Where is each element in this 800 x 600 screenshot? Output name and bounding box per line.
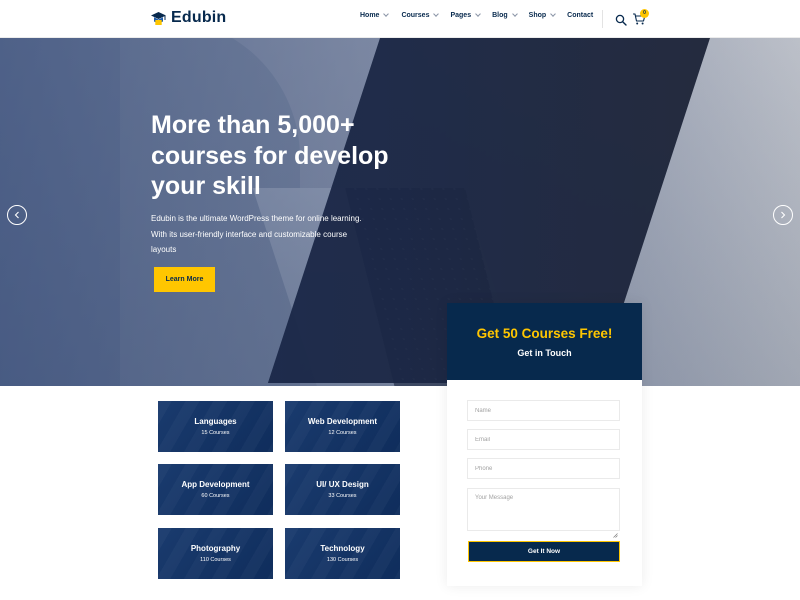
chevron-down-icon xyxy=(383,11,390,17)
chevron-down-icon xyxy=(511,11,518,17)
slider-next-button[interactable] xyxy=(773,205,793,225)
hero-description: Edubin is the ultimate WordPress theme f… xyxy=(151,214,362,254)
category-card-web-development[interactable]: Web Development 12 Courses xyxy=(285,401,400,452)
category-count: 110 Courses xyxy=(200,557,231,563)
category-count: 12 Courses xyxy=(328,430,357,436)
nav-label: Courses xyxy=(401,12,430,19)
nav-item-courses[interactable]: Courses xyxy=(401,11,440,19)
category-card-languages[interactable]: Languages 15 Courses xyxy=(158,401,273,452)
resize-grip-icon[interactable] xyxy=(613,525,618,538)
form-subtitle: Get in Touch xyxy=(517,348,572,358)
nav-item-home[interactable]: Home xyxy=(360,11,390,19)
category-name: UI/ UX Design xyxy=(316,480,369,489)
hero-overlay xyxy=(0,38,800,386)
category-name: Technology xyxy=(320,544,365,553)
chevron-down-icon xyxy=(550,11,556,17)
hero-slider: More than 5,000+ courses for develop you… xyxy=(0,38,800,386)
form-title: Get 50 Courses Free! xyxy=(476,326,613,341)
free-courses-form: Get 50 Courses Free! Get in Touch Get It… xyxy=(447,303,642,586)
chevron-left-icon xyxy=(14,211,19,219)
get-it-now-button[interactable]: Get It Now xyxy=(468,541,620,562)
category-count: 33 Courses xyxy=(328,493,357,499)
nav-label: Contact xyxy=(567,12,594,19)
nav-label: Pages xyxy=(450,12,472,19)
category-name: Web Development xyxy=(307,417,378,426)
category-name: Languages xyxy=(194,417,237,426)
category-card-app-development[interactable]: App Development 60 Courses xyxy=(158,464,273,515)
nav-item-contact[interactable]: Contact xyxy=(567,12,593,19)
form-header: Get 50 Courses Free! Get in Touch xyxy=(447,303,642,380)
nav-label: Home xyxy=(360,12,380,19)
nav-label: Blog xyxy=(492,12,508,19)
slider-prev-button[interactable] xyxy=(7,205,27,225)
nav-item-blog[interactable]: Blog xyxy=(492,11,518,19)
search-icon[interactable] xyxy=(615,13,627,26)
nav-item-pages[interactable]: Pages xyxy=(450,11,481,19)
logo-text: Edubin xyxy=(171,9,227,26)
site-logo[interactable]: Edubin xyxy=(150,9,226,27)
category-card-photography[interactable]: Photography 110 Courses xyxy=(158,528,273,579)
phone-field[interactable] xyxy=(467,458,620,479)
category-card-ui-ux-design[interactable]: UI/ UX Design 33 Courses xyxy=(285,464,400,515)
header-divider xyxy=(602,10,603,28)
learn-more-button[interactable]: Learn More xyxy=(154,267,215,292)
category-name: App Development xyxy=(181,480,250,489)
category-count: 60 Courses xyxy=(201,493,230,499)
message-field[interactable] xyxy=(467,488,620,531)
main-nav: Home Courses Pages Blog Shop Contact xyxy=(360,11,593,19)
chevron-down-icon xyxy=(433,11,440,17)
name-field[interactable] xyxy=(467,400,620,421)
nav-label: Shop xyxy=(528,12,547,19)
category-card-technology[interactable]: Technology 130 Courses xyxy=(285,528,400,579)
chevron-right-icon xyxy=(781,211,786,219)
hero-title: More than 5,000+ courses for develop you… xyxy=(151,111,389,200)
site-header: Edubin Home Courses Pages Blog Shop Cont… xyxy=(0,0,800,38)
nav-item-shop[interactable]: Shop xyxy=(528,11,556,19)
category-count: 15 Courses xyxy=(201,430,230,436)
category-name: Photography xyxy=(190,544,241,553)
chevron-down-icon xyxy=(475,11,481,17)
email-field[interactable] xyxy=(467,429,620,450)
category-count: 130 Courses xyxy=(326,557,359,563)
graduation-cap-icon xyxy=(150,10,167,27)
cart-count-badge: 0 xyxy=(640,9,649,18)
